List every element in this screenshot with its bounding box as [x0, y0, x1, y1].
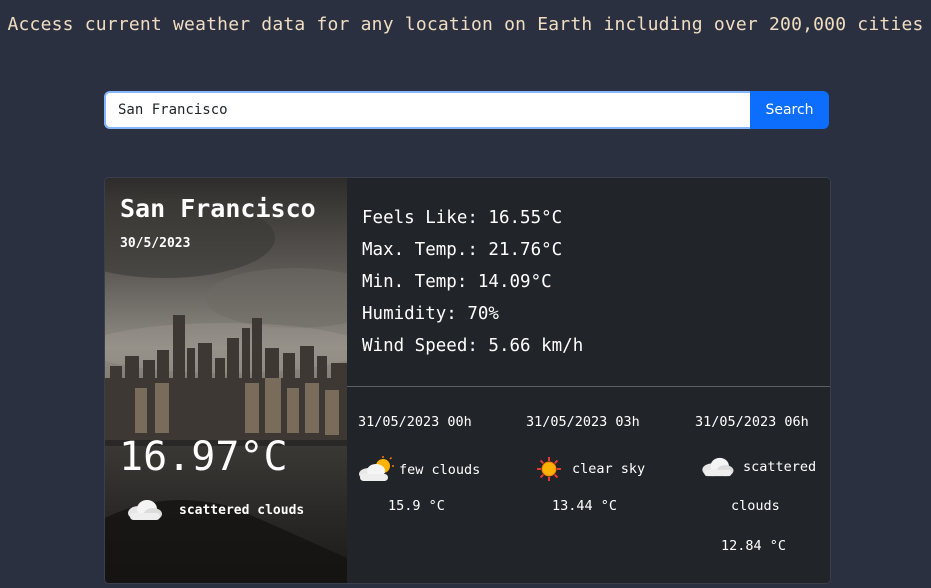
scattered-clouds-icon [128, 500, 162, 520]
current-temperature: 16.97°C [119, 434, 288, 480]
humidity: Humidity: 70% [362, 304, 499, 324]
feels-like: Feels Like: 16.55°C [362, 208, 563, 228]
current-description: scattered clouds [179, 502, 305, 518]
divider [347, 386, 830, 387]
forecast-temp: 12.84 °C [721, 538, 787, 554]
forecast-description: scattered [743, 459, 817, 475]
search-input[interactable] [104, 91, 750, 129]
forecast-time: 31/05/2023 00h [358, 414, 472, 430]
forecast-description: clear sky [572, 461, 646, 477]
weather-details: Feels Like: 16.55°C Max. Temp.: 21.76°C … [362, 202, 583, 362]
tagline: Access current weather data for any loca… [7, 14, 924, 35]
details-panel: Feels Like: 16.55°C Max. Temp.: 21.76°C … [347, 178, 830, 583]
search-button[interactable]: Search [750, 91, 829, 129]
current-weather-panel: San Francisco 30/5/2023 16.97°C scattere… [105, 178, 347, 583]
forecast-condition: clear sky [536, 456, 645, 482]
search-bar: Search [104, 91, 829, 129]
forecast-time: 31/05/2023 06h [695, 414, 809, 430]
forecast-description-continued: clouds [731, 498, 780, 514]
current-condition: scattered clouds [125, 498, 304, 522]
min-temp: Min. Temp: 14.09°C [362, 272, 552, 292]
forecast-condition: few clouds [357, 456, 480, 484]
forecast-condition: scattered [699, 456, 816, 478]
scattered-clouds-icon [702, 457, 734, 477]
current-date: 30/5/2023 [120, 236, 191, 251]
city-name: San Francisco [120, 194, 316, 223]
forecast-temp: 13.44 °C [552, 498, 618, 514]
few-clouds-icon [359, 456, 394, 481]
wind-speed: Wind Speed: 5.66 km/h [362, 336, 584, 356]
forecast-description: few clouds [399, 462, 481, 478]
clear-sky-icon [537, 457, 561, 481]
forecast-time: 31/05/2023 03h [526, 414, 640, 430]
weather-card: San Francisco 30/5/2023 16.97°C scattere… [104, 177, 831, 584]
forecast-temp: 15.9 °C [388, 498, 445, 514]
max-temp: Max. Temp.: 21.76°C [362, 240, 563, 260]
